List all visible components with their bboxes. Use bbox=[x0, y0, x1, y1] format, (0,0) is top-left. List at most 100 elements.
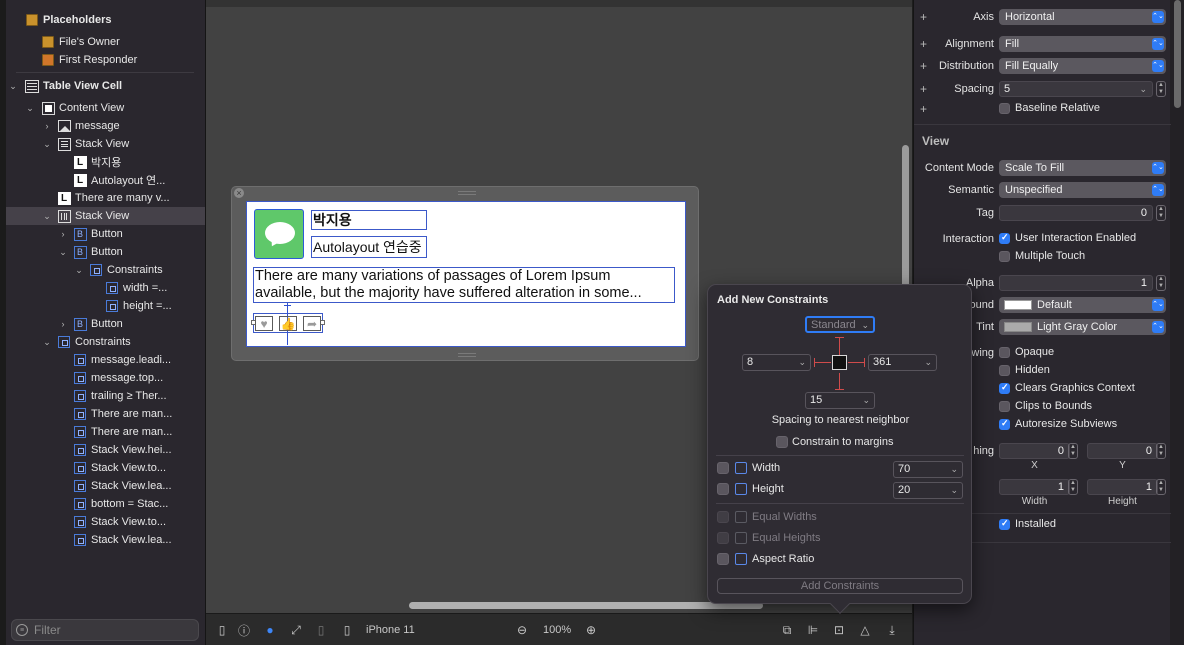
layout-icon[interactable]: ▯ bbox=[314, 622, 328, 638]
outline-width-constraint[interactable]: width =... bbox=[6, 279, 205, 297]
outline-constraint-item[interactable]: Stack View.lea... bbox=[6, 531, 205, 549]
right-spacing-field[interactable]: 361 ⌄ bbox=[868, 354, 937, 371]
outline-constraint-item[interactable]: message.top... bbox=[6, 369, 205, 387]
outline-label-autolayout[interactable]: L Autolayout 연... bbox=[6, 171, 205, 189]
user-interaction-checkbox[interactable] bbox=[999, 232, 1010, 244]
semantic-popup[interactable]: Unspecified ⌃⌄ bbox=[999, 182, 1166, 198]
accessibility-icon[interactable]: ⓘ bbox=[237, 622, 251, 638]
message-image[interactable] bbox=[254, 209, 304, 259]
aspect-ratio-checkbox[interactable] bbox=[717, 553, 729, 565]
spacing-stepper[interactable]: ▲ ▼ bbox=[1156, 81, 1166, 97]
device-icon[interactable]: ▯ bbox=[340, 622, 354, 638]
stretch-x-stepper[interactable]: ▲ ▼ bbox=[1068, 443, 1078, 459]
body-label[interactable]: There are many variations of passages of… bbox=[253, 267, 675, 303]
outline-button-2[interactable]: ⌄ B Button bbox=[6, 243, 205, 261]
align-icon[interactable]: ⊫ bbox=[806, 622, 820, 638]
resolve-issues-icon[interactable]: △ bbox=[858, 622, 872, 638]
background-popup[interactable]: Default ⌃⌄ bbox=[999, 297, 1166, 313]
outline-message[interactable]: › message bbox=[6, 117, 205, 135]
zoom-in-icon[interactable]: ⊕ bbox=[584, 622, 598, 638]
filter-field[interactable]: ≡ Filter bbox=[11, 619, 199, 641]
chevron-down-icon[interactable]: ⌄ bbox=[74, 265, 84, 276]
hidden-checkbox[interactable] bbox=[999, 365, 1010, 376]
bottom-spacing-field[interactable]: 15 ⌄ bbox=[805, 392, 875, 409]
embed-in-icon[interactable]: ⤓ bbox=[885, 622, 899, 638]
chevron-right-icon[interactable]: › bbox=[58, 319, 68, 329]
table-cell-content[interactable]: 박지용 Autolayout 연습중 There are many variat… bbox=[246, 201, 686, 347]
top-spacing-field[interactable]: Standard ⌄ bbox=[805, 316, 875, 333]
outline-constraint-item[interactable]: Stack View.to... bbox=[6, 513, 205, 531]
chevron-down-icon[interactable]: ⌄ bbox=[42, 139, 52, 150]
outline-button-1[interactable]: › B Button bbox=[6, 225, 205, 243]
outline-button-constraints[interactable]: ⌄ Constraints bbox=[6, 261, 205, 279]
chevron-right-icon[interactable]: › bbox=[42, 121, 52, 131]
outline-constraint-item[interactable]: trailing ≥ Ther... bbox=[6, 387, 205, 405]
outline-constraint-item[interactable]: message.leadi... bbox=[6, 351, 205, 369]
outline-stack-view[interactable]: ⌄ Stack View bbox=[6, 135, 205, 153]
stretch-x-field[interactable]: 0 bbox=[999, 443, 1070, 459]
alignment-popup[interactable]: Fill ⌃⌄ bbox=[999, 36, 1166, 52]
constrain-margins-checkbox[interactable] bbox=[776, 436, 788, 448]
name-label[interactable]: 박지용 bbox=[311, 210, 427, 230]
clears-graphics-checkbox[interactable] bbox=[999, 382, 1010, 394]
chevron-right-icon[interactable]: › bbox=[58, 229, 68, 239]
stretch-width-stepper[interactable]: ▲ ▼ bbox=[1068, 479, 1078, 495]
orientation-icon[interactable]: ⤢ bbox=[289, 622, 303, 638]
resize-grip-top[interactable] bbox=[458, 191, 476, 195]
alpha-field[interactable]: 1 bbox=[999, 275, 1153, 291]
right-constraint-strut[interactable] bbox=[848, 362, 865, 363]
zoom-level[interactable]: 100% bbox=[543, 622, 571, 638]
width-value-field[interactable]: 70 ⌄ bbox=[893, 461, 963, 478]
outline-constraint-item[interactable]: Stack View.lea... bbox=[6, 477, 205, 495]
tag-stepper[interactable]: ▲ ▼ bbox=[1156, 205, 1166, 221]
equal-widths-checkbox[interactable] bbox=[717, 511, 729, 523]
zoom-out-icon[interactable]: ⊖ bbox=[515, 622, 529, 638]
outline-label-name[interactable]: L 박지용 bbox=[6, 153, 205, 171]
appearance-icon[interactable]: ● bbox=[263, 622, 277, 638]
chevron-down-icon[interactable]: ⌄ bbox=[42, 337, 52, 348]
tint-popup[interactable]: Light Gray Color ⌃⌄ bbox=[999, 319, 1166, 335]
installed-checkbox[interactable] bbox=[999, 518, 1010, 530]
heart-button[interactable]: ♥ bbox=[255, 316, 273, 331]
bottom-constraint-strut[interactable] bbox=[839, 373, 840, 390]
height-checkbox[interactable] bbox=[717, 483, 729, 495]
outline-first-responder[interactable]: First Responder bbox=[6, 51, 205, 69]
outline-height-constraint[interactable]: height =... bbox=[6, 297, 205, 315]
subtitle-label[interactable]: Autolayout 연습중 bbox=[311, 236, 427, 258]
stretch-width-field[interactable]: 1 bbox=[999, 479, 1070, 495]
add-constraints-icon[interactable]: ⊡ bbox=[832, 622, 846, 638]
opaque-checkbox[interactable] bbox=[999, 347, 1010, 358]
outline-constraint-item[interactable]: Stack View.hei... bbox=[6, 441, 205, 459]
outline-constraints[interactable]: ⌄ Constraints bbox=[6, 333, 205, 351]
update-frames-icon[interactable]: ⧉ bbox=[780, 622, 794, 638]
outline-files-owner[interactable]: File's Owner bbox=[6, 33, 205, 51]
device-label[interactable]: iPhone 11 bbox=[366, 622, 415, 638]
stretch-y-stepper[interactable]: ▲ ▼ bbox=[1156, 443, 1166, 459]
autoresize-checkbox[interactable] bbox=[999, 418, 1010, 430]
outline-constraint-item[interactable]: There are man... bbox=[6, 405, 205, 423]
plus-icon[interactable]: + bbox=[920, 102, 927, 116]
chevron-down-icon[interactable]: ⌄ bbox=[58, 247, 68, 258]
width-checkbox[interactable] bbox=[717, 462, 729, 474]
horizontal-scrollbar[interactable] bbox=[409, 602, 763, 609]
distribution-popup[interactable]: Fill Equally ⌃⌄ bbox=[999, 58, 1166, 74]
height-value-field[interactable]: 20 ⌄ bbox=[893, 482, 963, 499]
left-constraint-strut[interactable] bbox=[814, 362, 831, 363]
outline-constraint-item[interactable]: bottom = Stac... bbox=[6, 495, 205, 513]
outline-label-there[interactable]: L There are many v... bbox=[6, 189, 205, 207]
chevron-down-icon[interactable]: ⌄ bbox=[42, 211, 52, 222]
spacing-field[interactable]: 5 ⌄ bbox=[999, 81, 1153, 97]
resize-grip-bottom[interactable] bbox=[458, 353, 476, 357]
multiple-touch-checkbox[interactable] bbox=[999, 251, 1010, 262]
thumbs-up-button[interactable]: 👍 bbox=[279, 316, 297, 331]
content-mode-popup[interactable]: Scale To Fill ⌃⌄ bbox=[999, 160, 1166, 176]
equal-heights-checkbox[interactable] bbox=[717, 532, 729, 544]
stretch-height-stepper[interactable]: ▲ ▼ bbox=[1156, 479, 1166, 495]
outline-constraint-item[interactable]: Stack View.to... bbox=[6, 459, 205, 477]
tag-field[interactable]: 0 bbox=[999, 205, 1153, 221]
baseline-relative-checkbox[interactable] bbox=[999, 103, 1010, 114]
stretch-y-field[interactable]: 0 bbox=[1087, 443, 1158, 459]
top-constraint-strut[interactable] bbox=[839, 337, 840, 355]
left-spacing-field[interactable]: 8 ⌄ bbox=[742, 354, 811, 371]
stretch-height-field[interactable]: 1 bbox=[1087, 479, 1158, 495]
